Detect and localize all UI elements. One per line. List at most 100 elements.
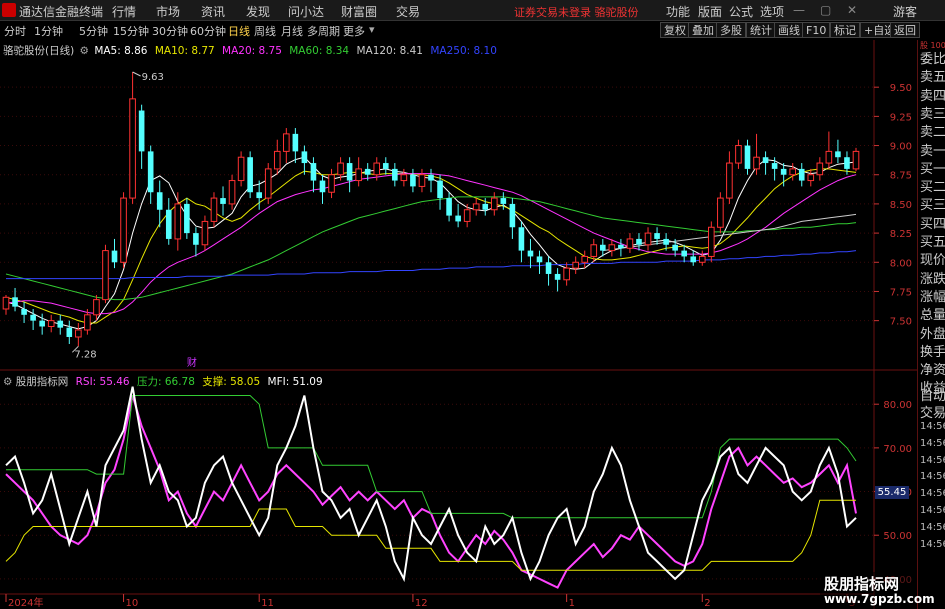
price-tick-label: 7.50 bbox=[890, 317, 912, 328]
menu-item-function[interactable]: 功能 bbox=[666, 3, 690, 20]
candle-body-up bbox=[337, 162, 344, 176]
toolbar-multi-stock[interactable]: 多股 bbox=[716, 22, 746, 38]
date-tick-label: 11 bbox=[261, 598, 274, 609]
candle-body-down bbox=[346, 163, 353, 181]
login-warning[interactable]: 证券交易未登录 骆驼股份 bbox=[514, 4, 639, 20]
candle-body-down bbox=[21, 308, 27, 315]
price-tick-label: 8.25 bbox=[890, 229, 912, 240]
candle-body-up bbox=[735, 145, 742, 164]
toolbar-restore-rights[interactable]: 复权 bbox=[660, 22, 690, 38]
candle-body-down bbox=[455, 215, 461, 222]
high-marker-line bbox=[132, 71, 141, 77]
candle-body-up bbox=[201, 220, 209, 246]
candle-body-up bbox=[355, 168, 362, 182]
quote-field-label: 委比 bbox=[920, 52, 945, 67]
period-tab[interactable]: 15分钟 bbox=[113, 23, 149, 39]
candle-body-up bbox=[717, 197, 724, 228]
candle-body-down bbox=[382, 163, 389, 169]
candle-body-down bbox=[744, 145, 751, 169]
toolbar-f10[interactable]: F10 bbox=[802, 22, 831, 38]
candle-body-down bbox=[844, 157, 850, 169]
menu-item-market[interactable]: 市场 bbox=[156, 3, 180, 20]
legend-ma20: MA20: 8.75 bbox=[222, 45, 282, 57]
legend-pressure: 压力: 66.78 bbox=[136, 376, 195, 388]
indicator-settings-icon[interactable]: ⚙ bbox=[3, 376, 12, 388]
menu-item-quotes[interactable]: 行情 bbox=[112, 3, 136, 20]
menu-item-ask[interactable]: 问小达 bbox=[288, 3, 324, 20]
menu-item-layout[interactable]: 版面 bbox=[698, 3, 722, 20]
candle-body-down bbox=[780, 168, 787, 175]
period-tab[interactable]: 月线 bbox=[281, 23, 303, 39]
candle-body-up bbox=[726, 162, 733, 199]
quote-field-label: 卖三 bbox=[920, 106, 945, 122]
candle-body-up bbox=[472, 203, 480, 211]
candle-body-up bbox=[174, 203, 182, 240]
candle-body-up bbox=[47, 320, 55, 327]
menu-item-trade[interactable]: 交易 bbox=[396, 3, 420, 20]
toolbar-mark[interactable]: 标记 bbox=[830, 22, 860, 38]
candle-body-up bbox=[852, 150, 860, 170]
candle-body-up bbox=[264, 168, 272, 199]
trade-time: 14:56 bbox=[920, 521, 945, 533]
candle-body-up bbox=[644, 232, 652, 246]
date-tick-label: 10 bbox=[126, 598, 139, 609]
candle-body-up bbox=[708, 226, 715, 257]
close-icon[interactable]: ✕ bbox=[847, 3, 857, 17]
minimize-icon[interactable]: — bbox=[793, 3, 805, 17]
candle-body-up bbox=[120, 197, 127, 263]
candle-body-up bbox=[698, 255, 706, 263]
event-marker: 财 bbox=[187, 356, 197, 369]
indicator-tick-label: 70.00 bbox=[883, 444, 912, 455]
menu-item-options[interactable]: 选项 bbox=[760, 3, 784, 20]
candle-body-down bbox=[57, 320, 64, 328]
candle-body-up bbox=[563, 267, 570, 281]
candle-body-down bbox=[690, 256, 697, 263]
restore-icon[interactable]: ▢ bbox=[820, 3, 831, 17]
period-tab[interactable]: 1分钟 bbox=[34, 23, 63, 39]
settings-gear-icon[interactable]: ⚙ bbox=[80, 45, 89, 57]
indicator-tick-label: 50.00 bbox=[883, 531, 912, 542]
period-tab[interactable]: 5分钟 bbox=[79, 23, 108, 39]
candle-body-down bbox=[392, 168, 398, 181]
toolbar-stats[interactable]: 统计 bbox=[746, 22, 776, 38]
menu-item-news[interactable]: 资讯 bbox=[201, 3, 225, 20]
toolbar-overlay[interactable]: 叠加 bbox=[688, 22, 718, 38]
candle-body-up bbox=[572, 261, 579, 269]
menu-item-formula[interactable]: 公式 bbox=[729, 3, 753, 20]
ma-line-ma120 bbox=[602, 213, 857, 252]
period-tab[interactable]: 30分钟 bbox=[152, 23, 188, 39]
low-price-label: 7.28 bbox=[74, 349, 96, 360]
menu-item-discover[interactable]: 发现 bbox=[246, 3, 270, 20]
quote-side-panel: 股 1000 委比卖五卖四卖三卖二卖一买一买二买三买四买五现价涨跌涨幅总量外盘换… bbox=[917, 40, 945, 609]
watermark-url: www.7gpzb.com bbox=[824, 592, 935, 606]
candle-body-down bbox=[798, 168, 805, 181]
quote-field-label: 卖四 bbox=[920, 88, 945, 104]
toolbar-draw[interactable]: 画线 bbox=[774, 22, 804, 38]
kline-chart[interactable]: 7.507.758.008.258.508.759.009.259.50 40.… bbox=[0, 40, 917, 609]
candle-body-down bbox=[410, 174, 416, 187]
period-tab[interactable]: 分时 bbox=[4, 23, 26, 39]
quote-field-label: 净资 bbox=[920, 363, 945, 379]
menu-item-wealth[interactable]: 财富圈 bbox=[341, 3, 377, 20]
watermark-title: 股朋指标网 bbox=[824, 575, 900, 593]
candle-body-down bbox=[256, 192, 262, 199]
trade-time: 14:56 bbox=[920, 421, 945, 432]
price-tick-label: 9.00 bbox=[890, 142, 912, 153]
period-tab-more[interactable]: 更多 bbox=[343, 23, 365, 39]
period-tab[interactable]: 60分钟 bbox=[190, 23, 226, 39]
period-tab[interactable]: 周线 bbox=[254, 23, 276, 39]
period-tab-selected[interactable]: 日线 bbox=[228, 23, 250, 39]
candle-body-up bbox=[373, 162, 381, 176]
toolbar-back[interactable]: 返回 bbox=[890, 22, 920, 38]
trade-time: 14:56 bbox=[920, 488, 945, 500]
candle-body-up bbox=[75, 329, 82, 338]
trade-time: 14:56 bbox=[920, 454, 945, 466]
guest-label[interactable]: 游客 bbox=[893, 3, 917, 20]
candle-body-up bbox=[418, 174, 426, 187]
candle-body-down bbox=[545, 262, 552, 274]
legend-support: 支撑: 58.05 bbox=[202, 376, 261, 388]
candle-body-down bbox=[12, 297, 18, 307]
chevron-down-icon[interactable]: ▾ bbox=[369, 23, 375, 36]
period-tab[interactable]: 多周期 bbox=[307, 23, 340, 39]
date-tick-label: 12 bbox=[415, 598, 428, 609]
